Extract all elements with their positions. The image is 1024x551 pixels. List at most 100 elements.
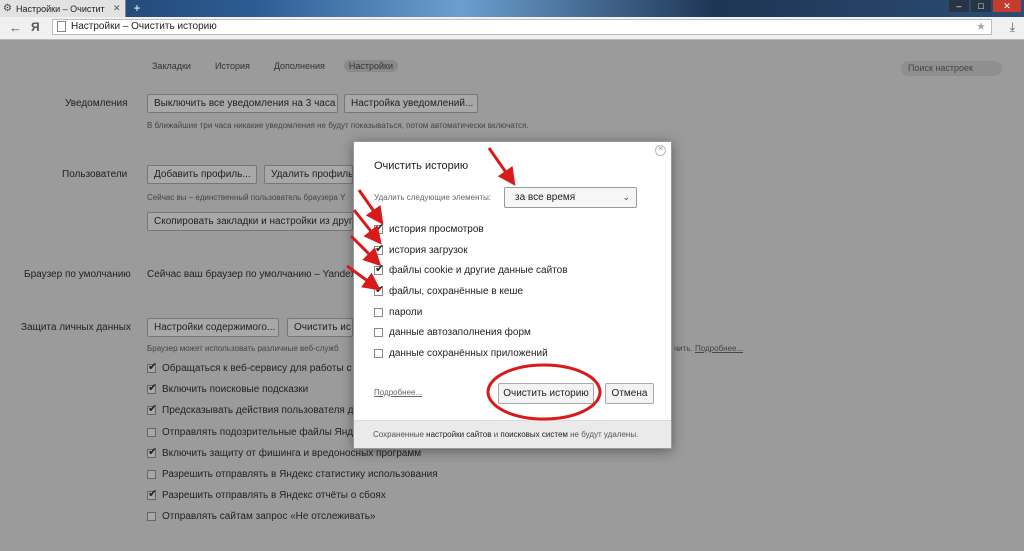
- privacy-more-link[interactable]: Подробнее...: [695, 344, 743, 353]
- item-label: история просмотров: [389, 223, 484, 235]
- footer-post: не будут удалены.: [570, 430, 639, 439]
- add-profile-button[interactable]: Добавить профиль...: [147, 165, 257, 184]
- maximize-icon[interactable]: □: [971, 0, 991, 12]
- default-browser-text: Сейчас ваш браузер по умолчанию – Yandex…: [147, 269, 359, 280]
- url-field[interactable]: Настройки – Очистить историю ★: [52, 19, 992, 35]
- clear-history-dialog: ✕ Очистить историю Удалить следующие эле…: [353, 141, 672, 449]
- tab-title: Настройки – Очистит: [16, 3, 105, 14]
- content-settings-button[interactable]: Настройки содержимого...: [147, 318, 279, 337]
- checkbox[interactable]: [374, 348, 383, 358]
- privacy-checkbox-2[interactable]: Предсказывать действия пользователя дл: [147, 402, 360, 417]
- checkbox[interactable]: [374, 262, 384, 275]
- checkbox[interactable]: [147, 469, 156, 479]
- footer-pre: Сохраненные: [373, 430, 424, 439]
- users-note: Сейчас вы – единственный пользователь бр…: [147, 193, 346, 202]
- settings-nav: Закладки История Дополнения Настройки: [147, 60, 412, 72]
- checkbox-label: Обращаться к веб-сервису для работы с о: [162, 362, 360, 374]
- nav-tab-addons[interactable]: Дополнения: [269, 60, 330, 72]
- checkbox-label: Включить поисковые подсказки: [162, 383, 309, 395]
- dialog-item-app-data[interactable]: данные сохранённых приложений: [374, 346, 548, 360]
- remove-profile-button[interactable]: Удалить профиль: [264, 165, 353, 184]
- nav-tab-settings[interactable]: Настройки: [343, 60, 398, 72]
- settings-search-input[interactable]: Поиск настроек: [901, 61, 1002, 76]
- download-icon[interactable]: ⤓: [1010, 20, 1015, 35]
- checkbox[interactable]: [147, 427, 156, 437]
- privacy-checkbox-6[interactable]: Разрешить отправлять в Яндекс отчёты о с…: [147, 487, 386, 502]
- dialog-item-autofill[interactable]: данные автозаполнения форм: [374, 325, 531, 339]
- checkbox[interactable]: [147, 402, 157, 415]
- users-label: Пользователи: [62, 169, 128, 180]
- privacy-checkbox-1[interactable]: Включить поисковые подсказки: [147, 381, 309, 396]
- delete-items-label: Удалить следующие элементы:: [374, 193, 492, 202]
- clear-history-button[interactable]: Очистить историю: [498, 383, 594, 404]
- dialog-close-icon[interactable]: ✕: [655, 145, 666, 156]
- nav-tab-history[interactable]: История: [210, 60, 255, 72]
- window-controls: – □ ✕: [947, 0, 1021, 12]
- footer-site-settings: настройки сайтов: [426, 430, 492, 439]
- footer-and: и: [493, 430, 499, 439]
- notification-settings-button[interactable]: Настройка уведомлений...: [344, 94, 478, 113]
- checkbox[interactable]: [374, 221, 384, 234]
- minimize-icon[interactable]: –: [949, 0, 969, 12]
- page-icon: [57, 21, 66, 32]
- disable-notifications-button[interactable]: Выключить все уведомления на 3 часа: [147, 94, 338, 113]
- checkbox[interactable]: [374, 283, 384, 296]
- gear-icon: ⚙: [3, 2, 12, 14]
- item-label: файлы, сохранённые в кеше: [389, 285, 524, 297]
- checkbox[interactable]: [147, 360, 157, 373]
- title-bar: ⚙ Настройки – Очистит ✕ + – □ ✕: [0, 0, 1024, 17]
- nav-tab-bookmarks[interactable]: Закладки: [147, 60, 196, 72]
- chevron-down-icon: ⌄: [622, 192, 630, 202]
- period-value: за все время: [515, 192, 576, 203]
- item-label: файлы cookie и другие данные сайтов: [389, 264, 568, 276]
- privacy-note: Браузер может использовать различные веб…: [147, 344, 339, 353]
- dialog-item-cache[interactable]: файлы, сохранённые в кеше: [374, 283, 524, 298]
- privacy-note-tail: чить. Подробнее...: [674, 344, 743, 353]
- dialog-item-passwords[interactable]: пароли: [374, 305, 422, 319]
- checkbox[interactable]: [374, 327, 383, 337]
- dialog-footer: Сохраненные настройки сайтов и поисковых…: [354, 420, 671, 448]
- window-close-icon[interactable]: ✕: [993, 0, 1021, 12]
- checkbox-label: Включить защиту от фишинга и вредоносных…: [162, 447, 422, 459]
- dialog-item-browsing-history[interactable]: история просмотров: [374, 221, 484, 236]
- yandex-logo[interactable]: Я: [31, 20, 40, 34]
- checkbox[interactable]: [147, 487, 157, 500]
- back-arrow-icon[interactable]: ←: [9, 20, 22, 35]
- privacy-checkbox-3[interactable]: Отправлять подозрительные файлы Яндек: [147, 425, 363, 439]
- item-label: история загрузок: [389, 244, 468, 256]
- checkbox-label: Предсказывать действия пользователя дл: [162, 404, 360, 416]
- item-label: данные сохранённых приложений: [389, 347, 548, 359]
- privacy-checkbox-0[interactable]: Обращаться к веб-сервису для работы с о: [147, 360, 360, 375]
- star-icon[interactable]: ★: [976, 20, 986, 33]
- dialog-title: Очистить историю: [374, 160, 469, 172]
- new-tab-icon[interactable]: +: [130, 2, 144, 15]
- dialog-more-link[interactable]: Подробнее...: [374, 388, 422, 397]
- dialog-item-cookies[interactable]: файлы cookie и другие данные сайтов: [374, 262, 568, 277]
- checkbox-label: Разрешить отправлять в Яндекс отчёты о с…: [162, 489, 386, 501]
- browser-tab[interactable]: ⚙ Настройки – Очистит ✕: [0, 0, 126, 17]
- privacy-label: Защита личных данных: [21, 322, 131, 333]
- dialog-item-download-history[interactable]: история загрузок: [374, 242, 468, 257]
- checkbox[interactable]: [374, 307, 383, 317]
- clear-history-page-button[interactable]: Очистить ис: [287, 318, 353, 337]
- footer-search-engines: поисковых систем: [500, 430, 568, 439]
- checkbox-label: Отправлять подозрительные файлы Яндек: [162, 426, 364, 438]
- privacy-note-end: чить.: [674, 344, 693, 353]
- item-label: данные автозаполнения форм: [389, 326, 531, 338]
- notifications-note: В ближайшие три часа никакие уведомления…: [147, 121, 529, 130]
- checkbox[interactable]: [147, 445, 157, 458]
- checkbox[interactable]: [147, 381, 157, 394]
- default-browser-label: Браузер по умолчанию: [24, 269, 131, 280]
- cancel-button[interactable]: Отмена: [605, 383, 654, 404]
- privacy-checkbox-7[interactable]: Отправлять сайтам запрос «Не отслеживать…: [147, 509, 375, 523]
- address-bar: ← Я Настройки – Очистить историю ★ ⤓: [0, 17, 1024, 40]
- checkbox-label: Отправлять сайтам запрос «Не отслеживать…: [162, 510, 376, 522]
- notifications-label: Уведомления: [65, 98, 128, 109]
- copy-settings-button[interactable]: Скопировать закладки и настройки из друг…: [147, 212, 353, 231]
- url-text[interactable]: Настройки – Очистить историю: [71, 21, 217, 32]
- checkbox[interactable]: [374, 242, 384, 255]
- period-select[interactable]: за все время ⌄: [504, 187, 637, 208]
- close-tab-icon[interactable]: ✕: [113, 3, 121, 14]
- privacy-checkbox-5[interactable]: Разрешить отправлять в Яндекс статистику…: [147, 467, 438, 481]
- checkbox[interactable]: [147, 511, 156, 521]
